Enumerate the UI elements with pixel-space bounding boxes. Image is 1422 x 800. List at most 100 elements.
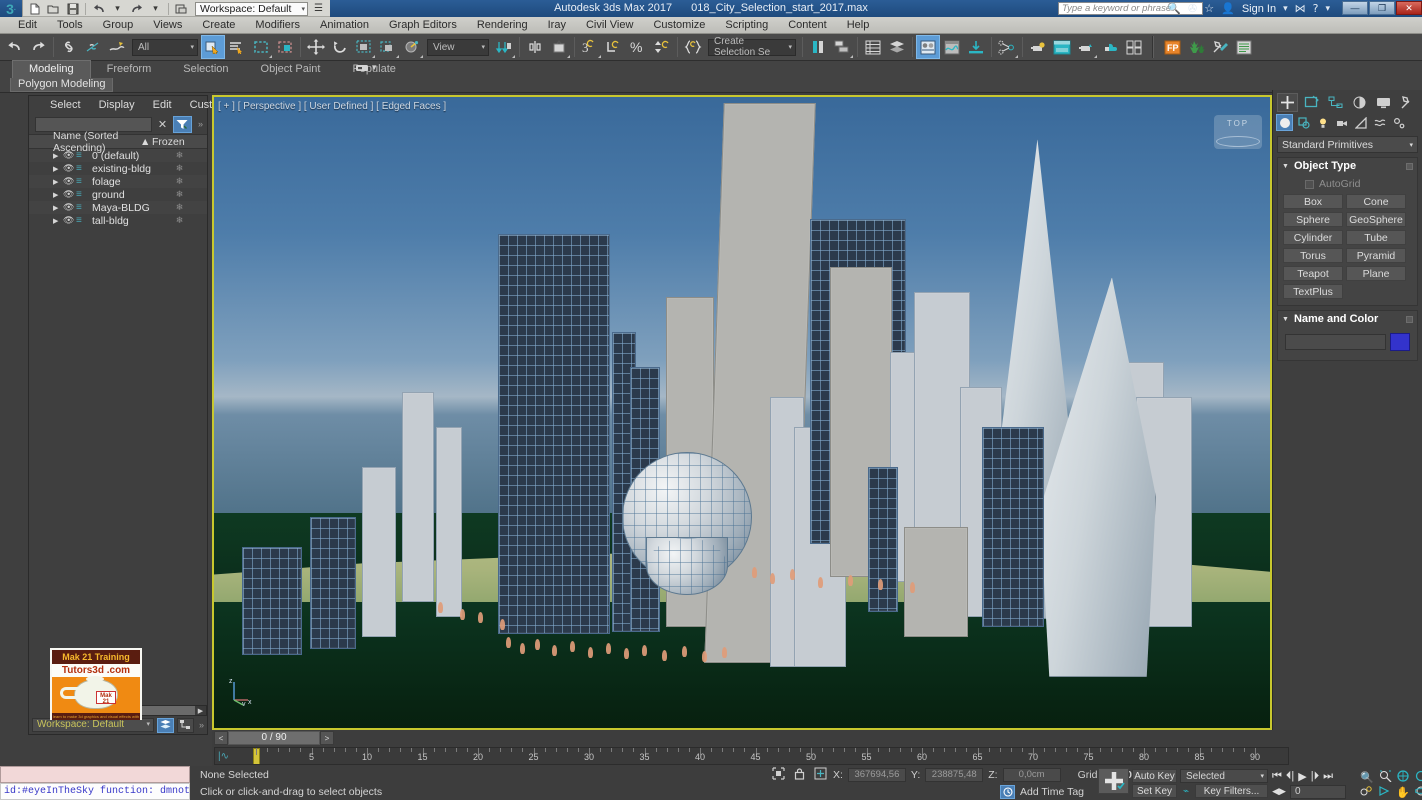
viewport-nav-label[interactable]: [ + ]: [218, 101, 235, 112]
name-and-color-rollout-header[interactable]: ▼ Name and Color: [1278, 311, 1417, 327]
menu-customize[interactable]: Customize: [643, 17, 715, 33]
visibility-eye-icon[interactable]: 👁: [63, 202, 76, 213]
signin-dropdown-icon[interactable]: ▾: [1283, 3, 1288, 14]
script-listener-icon[interactable]: [1232, 35, 1256, 59]
visibility-eye-icon[interactable]: 👁: [63, 150, 76, 161]
align-icon[interactable]: [547, 35, 571, 59]
scroll-right-icon[interactable]: ▶: [195, 707, 206, 715]
menu-views[interactable]: Views: [143, 17, 192, 33]
frozen-cell-icon[interactable]: ❄: [152, 189, 207, 200]
object-color-swatch[interactable]: [1390, 333, 1410, 351]
forest-pack-trees-icon[interactable]: [1184, 35, 1208, 59]
clear-search-icon[interactable]: ✕: [156, 118, 169, 131]
viewport-shading-label[interactable]: [ User Defined ]: [304, 101, 373, 112]
menu-graph-editors[interactable]: Graph Editors: [379, 17, 467, 33]
pyramid-button[interactable]: Pyramid: [1346, 248, 1406, 263]
maximize-button[interactable]: ❐: [1369, 1, 1395, 15]
expand-triangle-icon[interactable]: ▶: [53, 178, 63, 186]
transform-gizmo-icon[interactable]: [400, 35, 424, 59]
tab-selection[interactable]: Selection: [167, 61, 244, 78]
zoom-all-icon[interactable]: [1379, 770, 1392, 785]
select-and-link-icon[interactable]: [57, 35, 81, 59]
rollout-pin-icon[interactable]: [1406, 315, 1413, 323]
zoom-icon[interactable]: 🔍: [1360, 771, 1374, 784]
previous-frame-icon[interactable]: ⏴|: [1286, 770, 1294, 783]
tube-button[interactable]: Tube: [1346, 230, 1406, 245]
window-crossing-toggle-icon[interactable]: [273, 35, 297, 59]
undo-icon[interactable]: [90, 1, 107, 16]
isolate-selection-icon[interactable]: [770, 766, 786, 783]
select-and-move-icon[interactable]: [304, 35, 328, 59]
select-and-scale-icon[interactable]: [352, 35, 376, 59]
filter-toggle-icon[interactable]: [172, 115, 192, 133]
spacewarps-icon[interactable]: [1371, 114, 1388, 131]
next-frame-button[interactable]: >: [320, 731, 334, 745]
frozen-cell-icon[interactable]: ❄: [152, 150, 207, 161]
autogrid-checkbox[interactable]: [1305, 179, 1314, 189]
select-by-name-icon[interactable]: [225, 35, 249, 59]
current-frame-spinner[interactable]: 0: [1290, 785, 1346, 799]
utilities-tab[interactable]: [1397, 93, 1418, 112]
torus-button[interactable]: Torus: [1283, 248, 1343, 263]
table-row[interactable]: ▶ 👁 ≡ existing-bldg ❄: [29, 162, 207, 175]
display-tab[interactable]: [1373, 93, 1394, 112]
utilities-wrench-icon[interactable]: [1208, 35, 1232, 59]
minimize-button[interactable]: —: [1342, 1, 1368, 15]
rollout-pin-icon[interactable]: [1406, 162, 1413, 170]
field-of-view-icon[interactable]: [1360, 785, 1373, 800]
systems-icon[interactable]: [1390, 114, 1407, 131]
menu-iray[interactable]: Iray: [538, 17, 576, 33]
maxscript-mini-listener-prompt[interactable]: [0, 766, 190, 783]
set-key-filters-toggle-icon[interactable]: ⌁: [1180, 784, 1192, 798]
selection-lock-icon[interactable]: [791, 767, 807, 783]
favorites-star-icon[interactable]: ☆: [1204, 2, 1214, 15]
cylinder-button[interactable]: Cylinder: [1283, 230, 1343, 245]
snaps-toggle-3-icon[interactable]: 3: [578, 35, 602, 59]
render-in-cloud-icon[interactable]: [1098, 35, 1122, 59]
render-setup-icon[interactable]: [940, 35, 964, 59]
spinner-snap-toggle-icon[interactable]: [650, 35, 674, 59]
tab-object-paint[interactable]: Object Paint: [245, 61, 337, 78]
open-curve-editor-icon[interactable]: |∿: [218, 751, 229, 762]
mirror-icon[interactable]: [523, 35, 547, 59]
y-coordinate-field[interactable]: 238875,48: [925, 767, 984, 782]
render-iterative-icon[interactable]: [1074, 35, 1098, 59]
explorer-overflow-icon[interactable]: »: [198, 119, 203, 129]
pan-view-icon[interactable]: ✋: [1396, 786, 1410, 799]
tab-freeform[interactable]: Freeform: [91, 61, 168, 78]
frozen-cell-icon[interactable]: ❄: [152, 202, 207, 213]
render-production-icon[interactable]: [1050, 35, 1074, 59]
menu-tools[interactable]: Tools: [47, 17, 93, 33]
modify-tab[interactable]: [1301, 93, 1322, 112]
explorer-menu-display[interactable]: Display: [90, 99, 144, 111]
expand-triangle-icon[interactable]: ▶: [53, 204, 63, 212]
rectangular-selection-region-icon[interactable]: [249, 35, 273, 59]
explorer-layers-toggle-icon[interactable]: [156, 717, 174, 733]
geosphere-button[interactable]: GeoSphere: [1346, 212, 1406, 227]
object-name-input[interactable]: [1285, 334, 1386, 350]
explorer-workspace-combo[interactable]: Workspace: Default ▾: [32, 718, 154, 732]
redo-tool-icon[interactable]: [26, 35, 50, 59]
add-time-tag-label[interactable]: Add Time Tag: [1020, 786, 1084, 798]
viewport-edged-faces-label[interactable]: [ Edged Faces ]: [376, 101, 446, 112]
expand-triangle-icon[interactable]: ▶: [53, 217, 63, 225]
prev-frame-button[interactable]: <: [214, 731, 228, 745]
set-key-button[interactable]: Set Key: [1132, 784, 1177, 798]
box-button[interactable]: Box: [1283, 194, 1343, 209]
viewcube-compass-ring[interactable]: [1216, 136, 1260, 147]
layer-explorer-icon[interactable]: [830, 35, 854, 59]
material-sample-teapot-icon[interactable]: [1026, 35, 1050, 59]
edit-named-selection-sets-icon[interactable]: [681, 35, 705, 59]
perspective-viewport[interactable]: TOP x y z [ + ] [ Perspective ] [ User D…: [212, 95, 1272, 730]
expand-triangle-icon[interactable]: ▶: [53, 152, 63, 160]
menu-content[interactable]: Content: [778, 17, 837, 33]
current-frame-value[interactable]: 0 / 90: [228, 731, 320, 745]
bind-to-space-warp-icon[interactable]: [105, 35, 129, 59]
viewcube[interactable]: TOP: [1214, 115, 1262, 149]
user-account-icon[interactable]: 👤: [1221, 2, 1235, 15]
visibility-eye-icon[interactable]: 👁: [63, 215, 76, 226]
viewport-label[interactable]: [ + ] [ Perspective ] [ User Defined ] […: [218, 101, 446, 112]
table-row[interactable]: ▶ 👁 ≡ Maya-BLDG ❄: [29, 201, 207, 214]
time-tag-icon[interactable]: [1000, 784, 1015, 799]
ribbon-minimize-control[interactable]: ▾: [355, 62, 377, 73]
